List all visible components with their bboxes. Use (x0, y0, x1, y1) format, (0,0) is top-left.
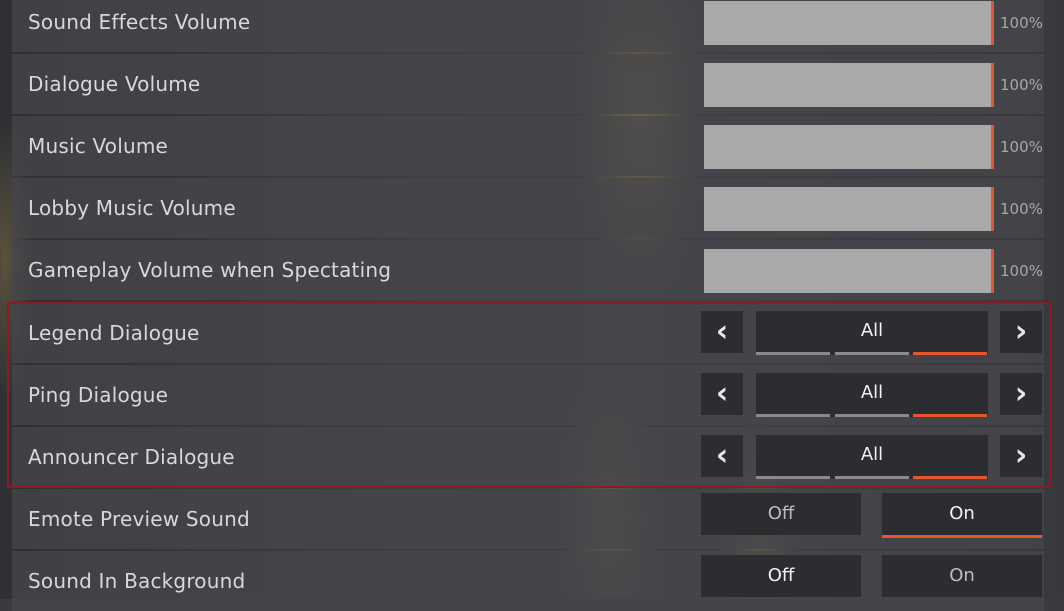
setting-row-gameplay-volume-spectating: Gameplay Volume when Spectating 100% (12, 240, 1044, 300)
slider-fill (704, 125, 994, 169)
slider-fill (704, 63, 994, 107)
slider-fill (704, 249, 994, 293)
volume-slider[interactable] (704, 187, 994, 231)
volume-slider[interactable] (704, 1, 994, 45)
setting-label: Sound In Background (28, 569, 246, 593)
off-button[interactable]: Off (701, 555, 861, 597)
setting-row-dialogue-volume: Dialogue Volume 100% (12, 54, 1044, 114)
setting-row-sound-in-background: Sound In Background Off On (12, 551, 1044, 611)
setting-label: Dialogue Volume (28, 72, 201, 96)
setting-row-lobby-music-volume: Lobby Music Volume 100% (12, 178, 1044, 238)
slider-fill (704, 1, 994, 45)
setting-row-emote-preview-sound: Emote Preview Sound Off On (12, 489, 1044, 549)
volume-slider[interactable] (704, 249, 994, 293)
selected-underline (882, 535, 1042, 538)
setting-label: Music Volume (28, 134, 169, 158)
off-button[interactable]: Off (701, 493, 861, 535)
slider-knob[interactable] (991, 125, 994, 169)
on-button[interactable]: On (882, 493, 1042, 538)
slider-value: 100% (1000, 76, 1043, 94)
setting-row-music-volume: Music Volume 100% (12, 116, 1044, 176)
slider-knob[interactable] (991, 249, 994, 293)
volume-slider[interactable] (704, 63, 994, 107)
setting-row-sound-effects-volume: Sound Effects Volume 100% (12, 0, 1044, 52)
setting-label: Lobby Music Volume (28, 196, 236, 220)
setting-label: Emote Preview Sound (28, 507, 250, 531)
slider-fill (704, 187, 994, 231)
slider-value: 100% (1000, 14, 1043, 32)
slider-value: 100% (1000, 262, 1043, 280)
setting-label: Gameplay Volume when Spectating (28, 258, 392, 282)
slider-knob[interactable] (991, 187, 994, 231)
on-button[interactable]: On (882, 555, 1042, 597)
on-label: On (949, 503, 975, 524)
on-label: On (949, 565, 975, 586)
slider-value: 100% (1000, 138, 1043, 156)
highlight-box (7, 302, 1051, 488)
setting-label: Sound Effects Volume (28, 10, 251, 34)
off-label: Off (767, 565, 795, 586)
slider-knob[interactable] (991, 1, 994, 45)
slider-value: 100% (1000, 200, 1043, 218)
slider-knob[interactable] (991, 63, 994, 107)
off-label: Off (767, 503, 795, 524)
volume-slider[interactable] (704, 125, 994, 169)
